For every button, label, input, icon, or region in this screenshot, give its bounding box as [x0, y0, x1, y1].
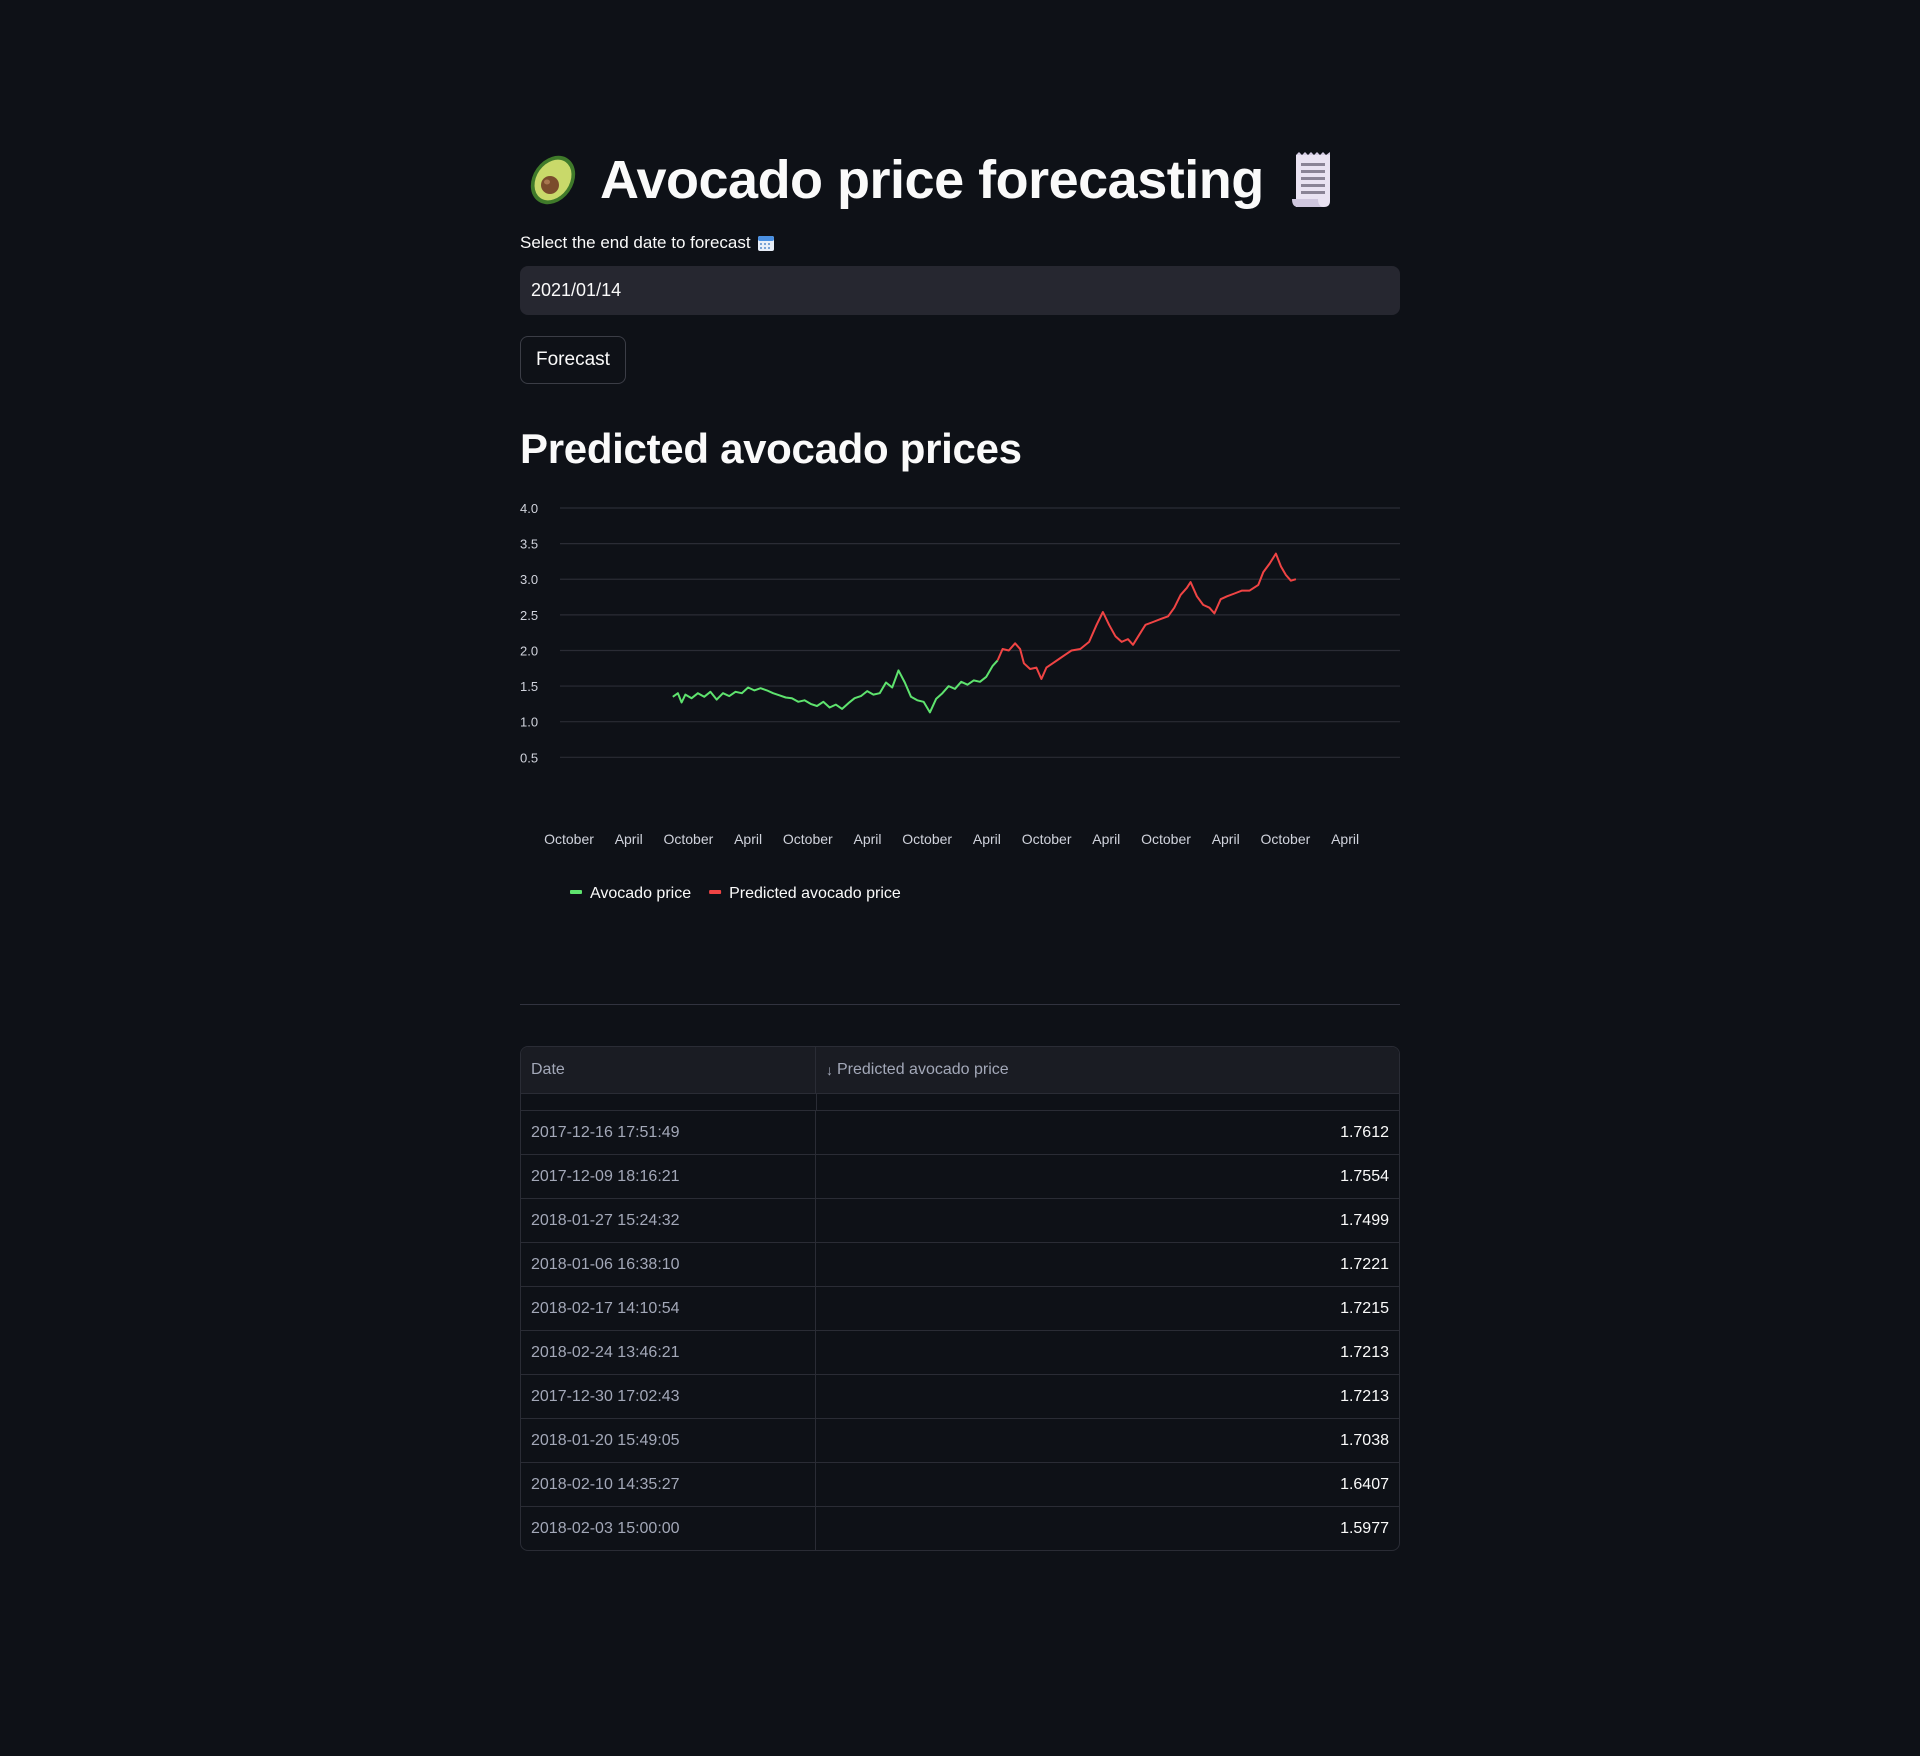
date-cell[interactable]: 2017-12-09 18:16:21 — [521, 1155, 816, 1198]
end-date-input[interactable]: 2021/01/14 — [520, 266, 1400, 315]
y-tick-label: 3.0 — [520, 572, 538, 587]
y-tick-label: 0.5 — [520, 750, 538, 765]
table-row[interactable]: 2018-01-27 15:24:32 1.7499 — [521, 1199, 1399, 1243]
x-tick-label: April — [1212, 831, 1240, 847]
column-header-date[interactable]: Date — [521, 1047, 816, 1093]
y-axis: 4.0 3.5 3.0 2.5 2.0 1.5 1.0 0.5 — [520, 501, 538, 765]
date-cell[interactable]: 2017-12-16 17:51:49 — [521, 1111, 816, 1154]
price-cell[interactable]: 1.6407 — [816, 1463, 1399, 1506]
y-tick-label: 1.5 — [520, 679, 538, 694]
receipt-icon — [1282, 149, 1344, 211]
y-tick-label: 2.5 — [520, 608, 538, 623]
date-cell[interactable]: 2018-01-06 16:38:10 — [521, 1243, 816, 1286]
avocado-icon — [520, 149, 582, 211]
x-tick-label: April — [734, 831, 762, 847]
price-cell[interactable]: 1.7215 — [816, 1287, 1399, 1330]
date-cell[interactable]: 2018-01-27 15:24:32 — [521, 1199, 816, 1242]
x-tick-label: October — [1260, 831, 1310, 847]
x-tick-label: April — [973, 831, 1001, 847]
x-tick-label: April — [1092, 831, 1120, 847]
price-chart[interactable]: 4.0 3.5 3.0 2.5 2.0 1.5 1.0 0.5 October April Oct… — [520, 490, 1400, 910]
table-row[interactable]: 2017-12-30 17:02:43 1.7213 — [521, 1375, 1399, 1419]
table-row[interactable]: 2018-02-10 14:35:27 1.6407 — [521, 1463, 1399, 1507]
date-picker-label-text: Select the end date to forecast — [520, 233, 751, 252]
x-tick-label: October — [1022, 831, 1072, 847]
price-cell[interactable]: 1.7499 — [816, 1199, 1399, 1242]
forecast-table[interactable]: Date ↓ Predicted avocado price 2017-12-1… — [520, 1046, 1400, 1551]
price-cell[interactable]: 1.7038 — [816, 1419, 1399, 1462]
table-row[interactable]: 2018-02-24 13:46:21 1.7213 — [521, 1331, 1399, 1375]
x-tick-label: October — [544, 831, 594, 847]
section-title: Predicted avocado prices — [520, 425, 1022, 472]
table-row[interactable]: 2018-02-03 15:00:00 1.5977 — [521, 1507, 1399, 1550]
date-picker-label: Select the end date to forecast — [520, 233, 775, 253]
legend: Avocado price Predicted avocado price — [570, 885, 901, 902]
y-tick-label: 4.0 — [520, 501, 538, 516]
price-cell[interactable]: 1.7213 — [816, 1375, 1399, 1418]
x-tick-label: October — [663, 831, 713, 847]
y-tick-label: 2.0 — [520, 643, 538, 658]
date-cell[interactable]: 2018-02-03 15:00:00 — [521, 1507, 816, 1550]
date-cell[interactable]: 2018-02-24 13:46:21 — [521, 1331, 816, 1374]
y-tick-label: 3.5 — [520, 537, 538, 552]
price-cell[interactable]: 1.5977 — [816, 1507, 1399, 1550]
title-row: Avocado price forecasting — [520, 140, 1344, 220]
forecast-button[interactable]: Forecast — [520, 336, 626, 384]
grid-layer — [560, 507, 1400, 758]
x-axis: October April October April October April Octo… — [544, 831, 1359, 847]
x-tick-label: October — [783, 831, 833, 847]
legend-swatch — [570, 890, 582, 894]
x-tick-label: April — [853, 831, 881, 847]
date-cell[interactable]: 2018-02-10 14:35:27 — [521, 1463, 816, 1506]
price-cell[interactable]: 1.7612 — [816, 1111, 1399, 1154]
x-tick-label: October — [1141, 831, 1191, 847]
table-row[interactable]: 2017-12-16 17:51:49 1.7612 — [521, 1111, 1399, 1155]
legend-label: Avocado price — [590, 885, 691, 902]
chart-svg: 4.03.53.02.52.01.51.00.5 October April Oct… — [520, 501, 1400, 902]
column-header-price[interactable]: ↓ Predicted avocado price — [816, 1047, 1399, 1093]
legend-label: Predicted avocado price — [729, 885, 901, 902]
series-line-predicted — [996, 552, 1297, 680]
price-cell[interactable]: 1.7213 — [816, 1331, 1399, 1374]
page-title: Avocado price forecasting — [600, 150, 1264, 210]
end-date-value: 2021/01/14 — [531, 280, 622, 300]
date-cell[interactable]: 2018-01-20 15:49:05 — [521, 1419, 816, 1462]
table-body: 2017-12-16 17:51:49 1.7612 2017-12-09 18:1… — [521, 1111, 1399, 1550]
legend-swatch — [709, 890, 722, 894]
divider — [520, 1004, 1400, 1005]
table-spacer-row — [521, 1094, 1399, 1111]
y-tick-label: 1.0 — [520, 715, 538, 730]
price-cell[interactable]: 1.7554 — [816, 1155, 1399, 1198]
series-layer — [672, 552, 1297, 714]
x-tick-label: April — [615, 831, 643, 847]
date-cell[interactable]: 2018-02-17 14:10:54 — [521, 1287, 816, 1330]
x-tick-label: October — [902, 831, 952, 847]
table-row[interactable]: 2018-01-20 15:49:05 1.7038 — [521, 1419, 1399, 1463]
calendar-icon — [757, 234, 775, 252]
table-row[interactable]: 2017-12-09 18:16:21 1.7554 — [521, 1155, 1399, 1199]
date-cell[interactable]: 2017-12-30 17:02:43 — [521, 1375, 816, 1418]
price-cell[interactable]: 1.7221 — [816, 1243, 1399, 1286]
sort-descending-icon: ↓ — [826, 1062, 833, 1078]
table-header: Date ↓ Predicted avocado price — [521, 1047, 1399, 1094]
table-row[interactable]: 2018-01-06 16:38:10 1.7221 — [521, 1243, 1399, 1287]
x-tick-label: April — [1331, 831, 1359, 847]
table-row[interactable]: 2018-02-17 14:10:54 1.7215 — [521, 1287, 1399, 1331]
